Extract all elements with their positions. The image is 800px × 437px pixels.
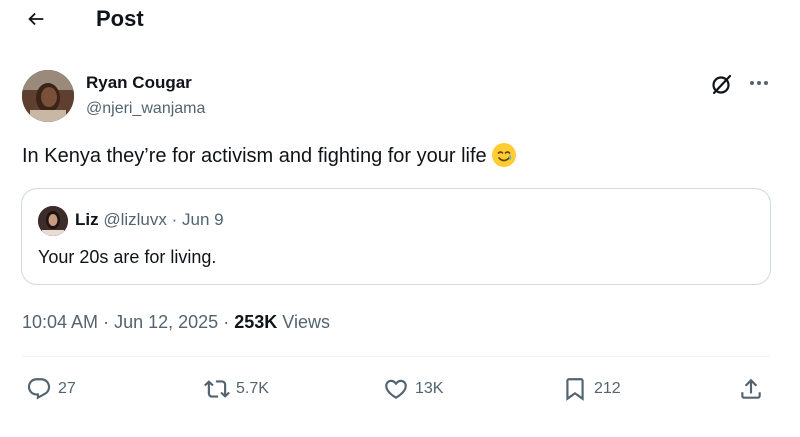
quoted-separator: · — [171, 210, 178, 229]
meta-separator: · — [103, 312, 110, 332]
back-button[interactable] — [22, 6, 50, 32]
post-text-body: In Kenya they’re for activism and fighti… — [22, 145, 487, 167]
views-count: 253K — [234, 312, 278, 332]
repost-icon — [204, 380, 230, 398]
post-metadata: 10:04 AM · Jun 12, 2025 · 253K Views — [22, 310, 330, 334]
post-date[interactable]: Jun 12, 2025 — [114, 312, 218, 332]
views-label: Views — [282, 312, 330, 332]
bookmark-count: 212 — [594, 380, 621, 397]
top-bar: Post — [0, 0, 800, 40]
heart-icon — [385, 379, 407, 399]
avatar-image — [22, 70, 74, 122]
bookmark-icon — [566, 378, 584, 401]
share-button[interactable] — [738, 372, 764, 406]
author-handle[interactable]: @njeri_wanjama — [86, 98, 205, 120]
grok-icon[interactable] — [710, 72, 734, 96]
divider — [22, 356, 770, 357]
share-icon — [741, 378, 761, 399]
page-title: Post — [96, 6, 144, 31]
like-button[interactable]: 13K — [383, 372, 443, 406]
like-count: 13K — [415, 380, 444, 397]
repost-count: 5.7K — [236, 380, 269, 397]
quoted-author-name: Liz — [75, 210, 99, 229]
reply-icon — [27, 378, 51, 400]
author-name[interactable]: Ryan Cougar — [86, 72, 192, 94]
avatar[interactable] — [22, 70, 74, 122]
post-text: In Kenya they’re for activism and fighti… — [22, 142, 517, 170]
reply-button[interactable]: 27 — [26, 372, 76, 406]
reply-count: 27 — [58, 380, 76, 397]
quoted-post-text: Your 20s are for living. — [38, 247, 217, 267]
arrow-left-icon — [28, 12, 44, 26]
meta-separator: · — [223, 312, 230, 332]
quoted-post-meta: Liz @lizluvx · Jun 9 — [75, 209, 224, 231]
quoted-avatar — [38, 206, 68, 236]
quoted-post-card[interactable]: Liz @lizluvx · Jun 9 Your 20s are for li… — [21, 188, 771, 285]
more-options-icon[interactable] — [746, 72, 772, 94]
post-time[interactable]: 10:04 AM — [22, 312, 98, 332]
repost-button[interactable]: 5.7K — [204, 372, 269, 406]
quoted-date: Jun 9 — [182, 210, 224, 229]
quoted-author-handle: @lizluvx — [103, 210, 167, 229]
smiling-tear-emoji-icon — [491, 142, 517, 168]
bookmark-button[interactable]: 212 — [562, 372, 621, 406]
